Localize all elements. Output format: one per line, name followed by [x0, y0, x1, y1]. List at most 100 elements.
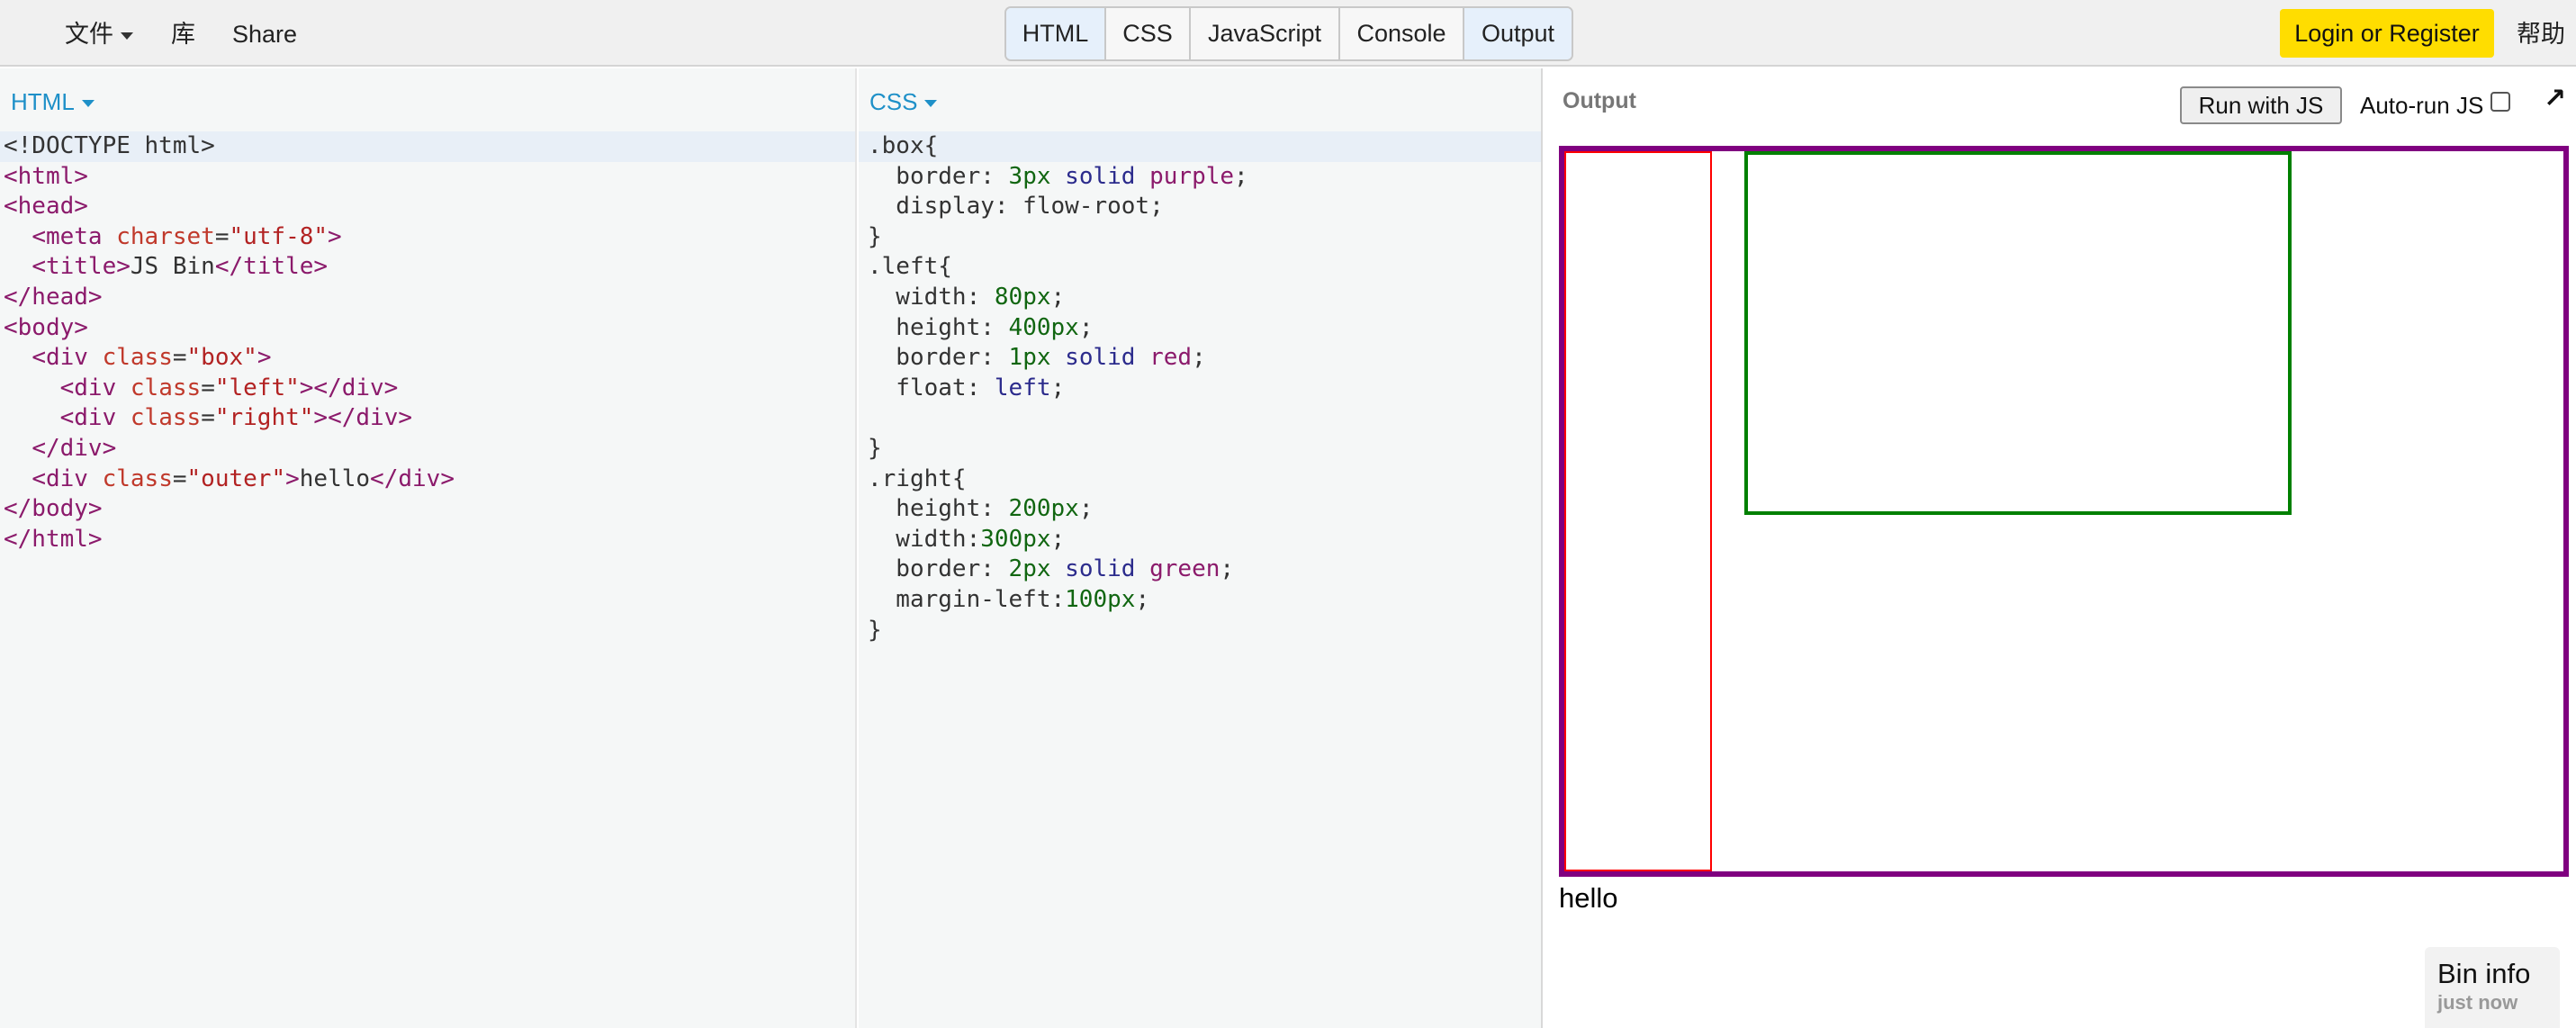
code-line[interactable]: border: 2px solid green; — [859, 555, 1541, 585]
code-token: "right" — [214, 404, 314, 432]
css-code-editor[interactable]: .box{ border: 3px solid purple; display:… — [859, 131, 1541, 645]
code-token: width: — [868, 525, 981, 553]
login-register-button[interactable]: Login or Register — [2280, 9, 2494, 58]
tab-output[interactable]: Output — [1464, 8, 1572, 59]
code-token: </html> — [4, 525, 103, 553]
code-token: ; — [1078, 313, 1094, 341]
tab-css[interactable]: CSS — [1106, 8, 1191, 59]
html-panel-label[interactable]: HTML — [11, 88, 95, 116]
code-token: .right{ — [868, 464, 967, 492]
code-token: solid — [1065, 344, 1136, 372]
code-line[interactable]: <head> — [0, 192, 855, 222]
code-line[interactable]: <body> — [0, 313, 855, 344]
code-line[interactable]: <div class="right"></div> — [0, 403, 855, 434]
code-line[interactable]: width: 80px; — [859, 283, 1541, 313]
chevron-down-icon — [121, 32, 133, 40]
code-line[interactable]: border: 3px solid purple; — [859, 162, 1541, 193]
code-token: "outer" — [186, 464, 286, 492]
tab-javascript[interactable]: JavaScript — [1191, 8, 1340, 59]
code-token: class — [130, 404, 202, 432]
auto-run-js-checkbox[interactable] — [2490, 92, 2511, 112]
code-token: .left{ — [868, 253, 952, 281]
code-line[interactable]: </div> — [0, 434, 855, 464]
code-line[interactable]: </head> — [0, 283, 855, 313]
code-token: 300px — [980, 525, 1051, 553]
code-token: height: — [868, 495, 1009, 523]
code-token: .box{ — [868, 132, 939, 159]
file-menu[interactable]: 文件 — [65, 0, 133, 67]
code-line[interactable]: <html> — [0, 162, 855, 193]
code-token: purple — [1149, 162, 1235, 190]
code-line[interactable]: <div class="left"></div> — [0, 374, 855, 404]
code-token: > — [328, 222, 342, 250]
output-panel: Output Run with JS Auto-run JS ↗ hello B… — [1545, 68, 2576, 1028]
code-token: </head> — [4, 283, 103, 311]
code-line[interactable]: .right{ — [859, 464, 1541, 495]
auto-run-js-label: Auto-run JS — [2360, 92, 2484, 119]
code-line[interactable]: <div class="outer">hello</div> — [0, 464, 855, 495]
code-token: <div — [32, 344, 103, 372]
tab-console[interactable]: Console — [1340, 8, 1464, 59]
code-token: <div — [59, 374, 131, 401]
code-line[interactable]: } — [859, 616, 1541, 646]
code-line[interactable]: } — [859, 434, 1541, 464]
code-line[interactable]: border: 1px solid red; — [859, 343, 1541, 374]
code-line[interactable]: </html> — [0, 525, 855, 555]
arrow-up-right-icon[interactable]: ↗ — [2544, 83, 2566, 114]
code-token: <title> — [32, 253, 131, 281]
code-line[interactable]: display: flow-root; — [859, 192, 1541, 222]
code-token: 80px — [994, 283, 1051, 311]
rendered-left-float — [1564, 151, 1712, 871]
code-line[interactable]: <!DOCTYPE html> — [0, 131, 855, 162]
html-code-editor[interactable]: <!DOCTYPE html> <html> <head> <meta charse… — [0, 131, 855, 555]
code-token: hello — [299, 464, 371, 492]
code-token: > — [285, 464, 300, 492]
code-line[interactable]: <div class="box"> — [0, 343, 855, 374]
code-line[interactable] — [859, 403, 1541, 434]
code-line[interactable]: <meta charset="utf-8"> — [0, 222, 855, 253]
code-token: class — [102, 464, 173, 492]
code-token: 100px — [1065, 585, 1136, 613]
run-with-js-button[interactable]: Run with JS — [2180, 86, 2342, 124]
code-token: ; — [1078, 495, 1094, 523]
css-panel-label[interactable]: CSS — [869, 88, 938, 116]
code-line[interactable]: .box{ — [859, 131, 1541, 162]
tab-html[interactable]: HTML — [1006, 8, 1106, 59]
code-line[interactable]: height: 400px; — [859, 313, 1541, 344]
code-token: ; — [1192, 344, 1206, 372]
code-line[interactable]: </body> — [0, 494, 855, 525]
code-line[interactable]: width:300px; — [859, 525, 1541, 555]
code-token: ; — [1234, 162, 1248, 190]
code-token: ; — [1050, 374, 1066, 401]
bin-info-title: Bin info — [2437, 958, 2531, 989]
code-token: 2px — [1008, 555, 1051, 583]
code-token: float: — [868, 374, 995, 401]
css-editor-panel: CSS .box{ border: 3px solid purple; disp… — [859, 68, 1543, 1028]
rendered-hello-text: hello — [1559, 882, 1618, 914]
code-token: class — [130, 374, 202, 401]
code-line[interactable]: .left{ — [859, 252, 1541, 283]
code-line[interactable]: margin-left:100px; — [859, 585, 1541, 616]
code-line[interactable]: } — [859, 222, 1541, 253]
code-line[interactable]: float: left; — [859, 374, 1541, 404]
html-panel-label-text: HTML — [11, 88, 75, 115]
share-menu[interactable]: Share — [232, 0, 297, 67]
code-token: "utf-8" — [229, 222, 329, 250]
code-token: <div — [59, 404, 131, 432]
code-token: ></div> — [313, 404, 412, 432]
code-line[interactable]: <title>JS Bin</title> — [0, 252, 855, 283]
help-menu[interactable]: 帮助 — [2517, 0, 2565, 67]
panel-tabs: HTML CSS JavaScript Console Output — [1004, 6, 1573, 61]
code-token: } — [868, 616, 882, 644]
library-menu[interactable]: 库 — [171, 0, 195, 67]
code-token: = — [201, 374, 215, 401]
code-line[interactable]: height: 200px; — [859, 494, 1541, 525]
html-editor-panel: HTML <!DOCTYPE html> <html> <head> <meta c… — [0, 68, 857, 1028]
code-token: margin-left: — [868, 585, 1066, 613]
auto-run-js-toggle[interactable]: Auto-run JS — [2360, 92, 2511, 120]
bin-info-button[interactable]: Bin info just now — [2425, 947, 2560, 1028]
